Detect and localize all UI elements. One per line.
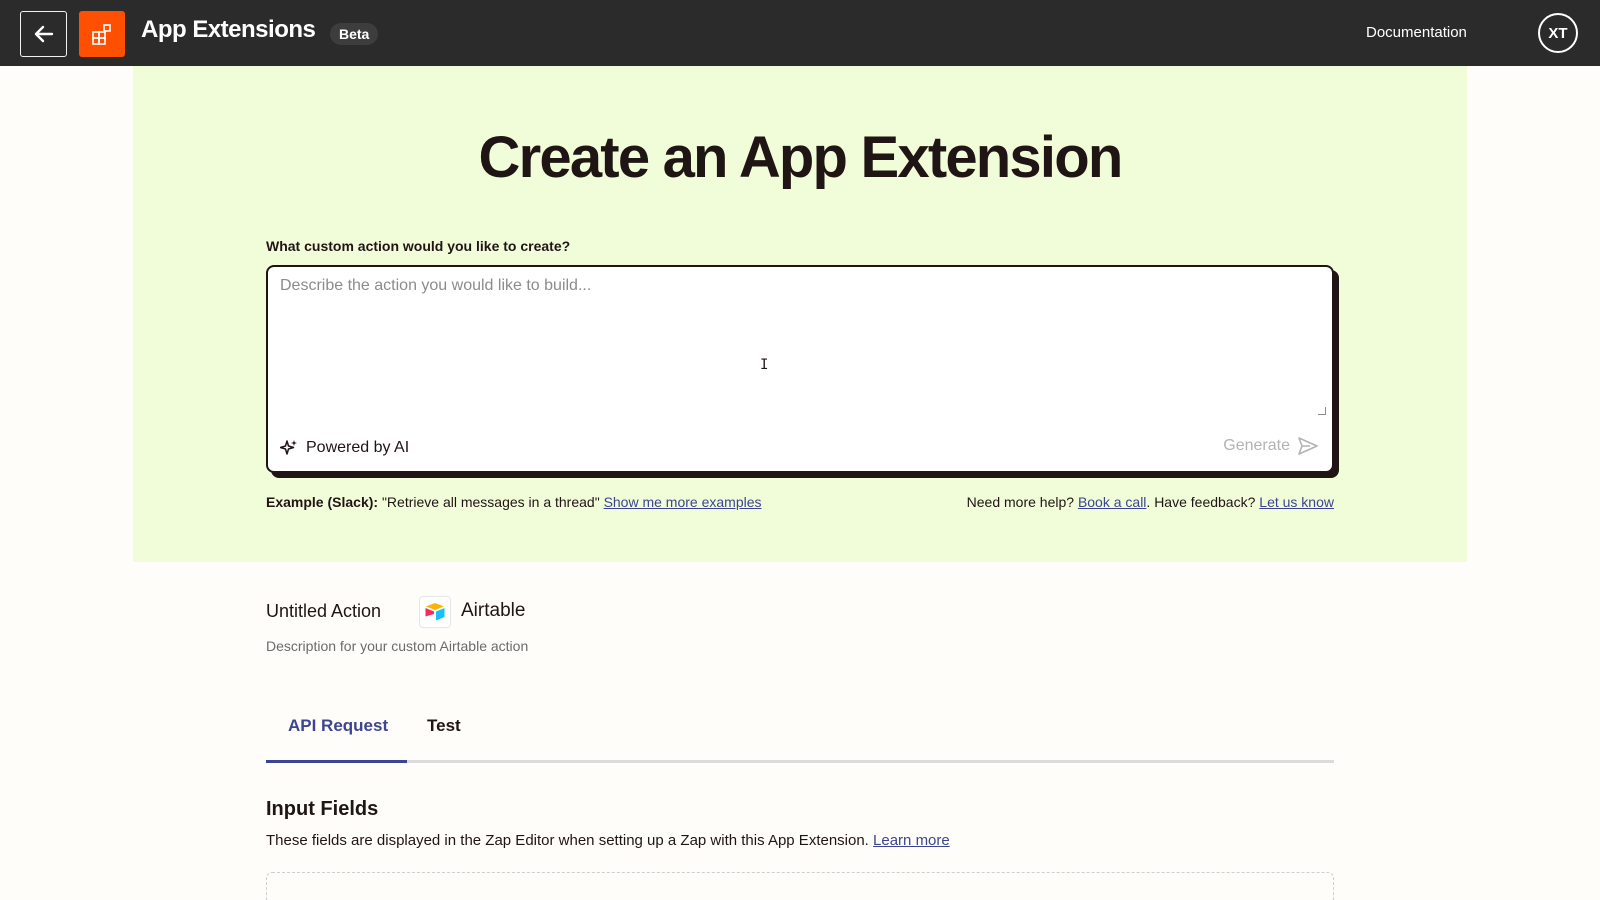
hero-section: Create an App Extension What custom acti… — [133, 66, 1467, 562]
input-fields-description: These fields are displayed in the Zap Ed… — [266, 832, 950, 849]
airtable-logo-icon — [425, 603, 445, 621]
back-button[interactable] — [20, 11, 67, 57]
example-prefix: Example (Slack): — [266, 494, 379, 510]
example-text: "Retrieve all messages in a thread" — [378, 494, 604, 510]
help-prefix: Need more help? — [966, 494, 1078, 510]
text-cursor-icon: I — [760, 357, 769, 373]
tab-test[interactable]: Test — [427, 716, 461, 736]
active-tab-indicator — [266, 760, 407, 763]
learn-more-link[interactable]: Learn more — [873, 832, 950, 849]
resize-handle[interactable] — [1318, 407, 1326, 415]
input-fields-text: These fields are displayed in the Zap Ed… — [266, 832, 874, 849]
tab-bar: API Request Test — [266, 700, 1334, 763]
example-row: Example (Slack): "Retrieve all messages … — [266, 494, 1334, 510]
app-title: App Extensions — [141, 16, 316, 43]
top-bar: App Extensions Beta Documentation XT — [0, 0, 1600, 66]
action-name[interactable]: Untitled Action — [266, 601, 381, 622]
blocks-icon — [92, 24, 111, 45]
generate-button[interactable]: Generate — [1223, 437, 1318, 455]
prompt-label: What custom action would you like to cre… — [266, 238, 571, 254]
arrow-left-icon — [34, 25, 53, 43]
app-extensions-logo — [79, 11, 125, 57]
airtable-icon — [419, 596, 451, 628]
action-description[interactable]: Description for your custom Airtable act… — [266, 638, 528, 654]
documentation-link[interactable]: Documentation — [1366, 24, 1467, 41]
feedback-link[interactable]: Let us know — [1259, 494, 1334, 510]
sparkle-icon — [280, 440, 297, 455]
beta-badge: Beta — [330, 23, 379, 45]
powered-by-ai: Powered by AI — [280, 439, 409, 457]
user-avatar[interactable]: XT — [1538, 13, 1578, 53]
help-row: Need more help? Book a call. Have feedba… — [967, 494, 1334, 510]
powered-label: Powered by AI — [306, 439, 410, 456]
prompt-input[interactable] — [280, 277, 1320, 417]
tab-api-request[interactable]: API Request — [288, 716, 388, 736]
feedback-prefix: . Have feedback? — [1146, 494, 1260, 510]
send-icon — [1298, 437, 1318, 455]
book-call-link[interactable]: Book a call — [1078, 494, 1146, 510]
page-title: Create an App Extension — [478, 125, 1124, 190]
more-examples-link[interactable]: Show me more examples — [604, 494, 762, 510]
prompt-box: I Powered by AI Generate — [266, 265, 1334, 473]
input-fields-title: Input Fields — [266, 798, 379, 820]
input-fields-container — [266, 872, 1334, 900]
generate-label: Generate — [1223, 437, 1290, 454]
app-name: Airtable — [461, 600, 526, 621]
